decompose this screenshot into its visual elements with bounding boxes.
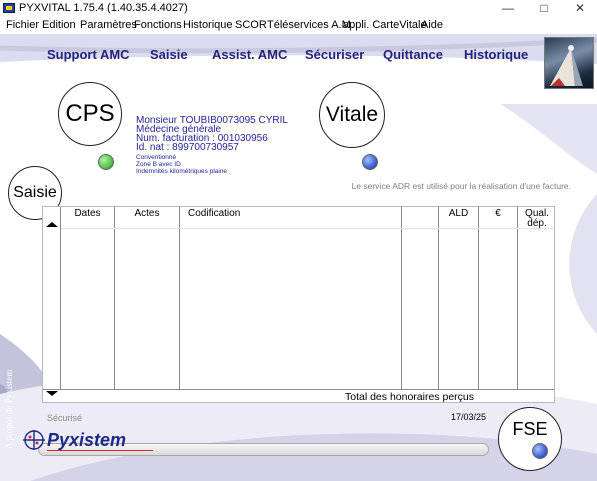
status-date: 17/03/25 [451, 412, 487, 422]
cps-label: CPS [65, 100, 115, 127]
column-divider [478, 207, 479, 389]
cps-button[interactable]: CPS [58, 82, 122, 146]
menu-parametres[interactable]: Paramètres [80, 19, 137, 31]
vitale-status-indicator [362, 154, 378, 170]
corner-logo-image [544, 37, 594, 89]
window-title: PYXVITAL 1.75.4 (1.40.35.4.4027) [19, 2, 188, 14]
vitale-button[interactable]: Vitale [319, 82, 385, 148]
app-icon [3, 3, 15, 13]
minimize-button[interactable]: — [491, 0, 525, 17]
column-header-codification[interactable]: Codification [188, 209, 240, 219]
close-button[interactable]: ✕ [563, 0, 597, 17]
about-pyxistem-link[interactable]: A propos de Pyxistem [4, 349, 14, 449]
total-bar: Total des honoraires perçus [43, 389, 554, 403]
cps-status-indicator [98, 154, 114, 170]
title-bar: PYXVITAL 1.75.4 (1.40.35.4.4027) — □ ✕ [0, 0, 597, 17]
header-separator [61, 228, 554, 229]
table-scroll-column [43, 207, 61, 396]
column-header-actes[interactable]: Actes [115, 209, 179, 219]
menu-edition[interactable]: Edition [42, 19, 76, 31]
nav-support-amc[interactable]: Support AMC [47, 47, 130, 62]
column-divider [438, 207, 439, 389]
vitale-label: Vitale [325, 103, 379, 126]
column-header-qual-dep[interactable]: Qual. dép. [519, 209, 555, 229]
menu-fichier[interactable]: Fichier [6, 19, 39, 31]
nav-assist-amc[interactable]: Assist. AMC [212, 47, 287, 62]
column-header-euro[interactable]: € [479, 209, 517, 219]
cone-image [550, 45, 583, 86]
menu-fonctions[interactable]: Fonctions [134, 19, 182, 31]
menu-teleservices[interactable]: Téléservices A.M. [267, 19, 354, 31]
fse-button[interactable]: FSE [498, 407, 562, 471]
menu-historique[interactable]: Historique [183, 19, 233, 31]
saisie-label: Saisie [13, 184, 57, 201]
doctor-zone: Zone B avec ID [136, 161, 181, 168]
fse-label: FSE [512, 419, 548, 439]
doctor-indemnites: Indemnités kilométriques plaine [136, 168, 228, 175]
fse-status-indicator [532, 443, 548, 459]
column-divider [114, 207, 115, 389]
total-label: Total des honoraires perçus [345, 391, 474, 403]
menu-bar: Fichier Edition Paramètres Fonctions His… [0, 17, 597, 34]
nav-quittance[interactable]: Quittance [383, 47, 443, 62]
menu-scor[interactable]: SCOR [235, 19, 267, 31]
column-divider [179, 207, 180, 389]
pyxistem-brand: Pyxistem [47, 430, 127, 450]
workspace: Support AMC Saisie Assist. AMC Sécuriser… [0, 34, 597, 481]
adr-note: Le service ADR est utilisé pour la réali… [351, 181, 571, 191]
main-nav: Support AMC Saisie Assist. AMC Sécuriser… [0, 34, 597, 76]
column-header-dates[interactable]: Dates [61, 209, 114, 219]
menu-aide[interactable]: Aide [421, 19, 443, 31]
acts-table: Dates Actes Codification ALD € Qual. dép… [42, 206, 555, 403]
pyxistem-logo-icon [23, 430, 45, 450]
maximize-button[interactable]: □ [527, 0, 561, 17]
brand-underline [47, 450, 153, 451]
column-header-ald[interactable]: ALD [439, 209, 478, 219]
doctor-nat: Id. nat : 899700730957 [136, 142, 239, 153]
menu-appli-cartevitale[interactable]: appli. CarteVitale [343, 19, 427, 31]
doctor-convention: Conventionné [136, 154, 177, 161]
column-divider [517, 207, 518, 389]
status-text: Sécurisé [47, 413, 83, 423]
nav-saisie[interactable]: Saisie [150, 47, 188, 62]
nav-historique[interactable]: Historique [464, 47, 528, 62]
column-divider [401, 207, 402, 389]
scroll-up-arrow-icon[interactable] [46, 222, 58, 227]
nav-securiser[interactable]: Sécuriser [305, 47, 364, 62]
